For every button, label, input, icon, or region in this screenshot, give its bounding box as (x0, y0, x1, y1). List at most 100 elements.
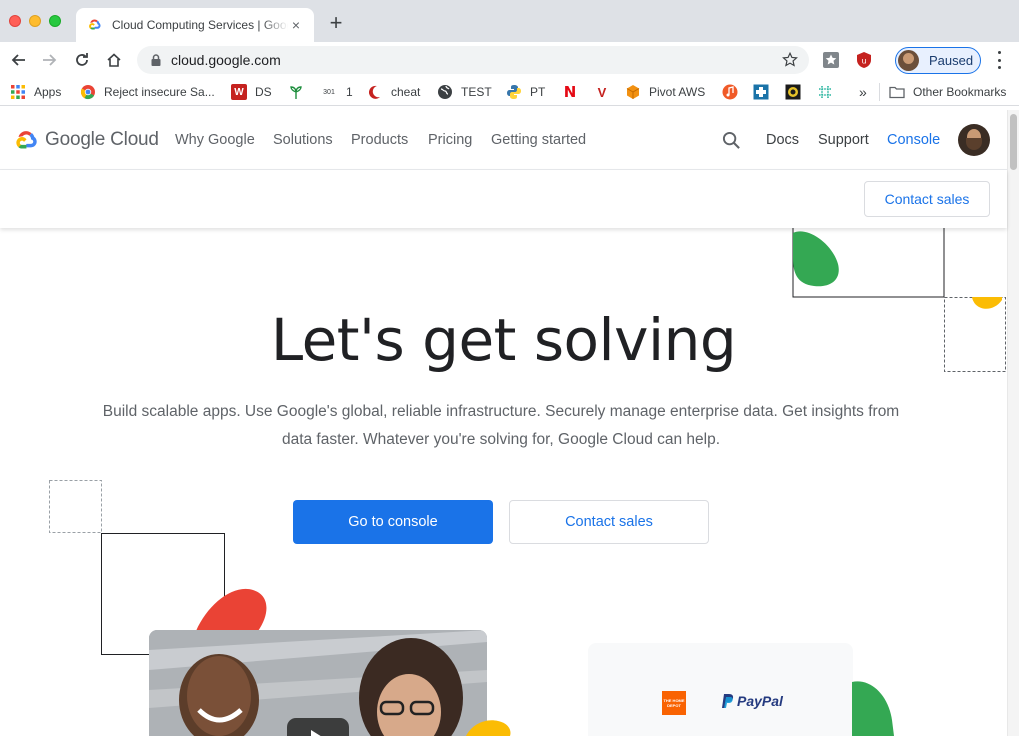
bookmark-medical[interactable] (753, 83, 777, 101)
contact-sales-button[interactable]: Contact sales (509, 500, 709, 544)
google-cloud-favicon-icon (89, 19, 101, 30)
partner-logos-card: THE HOME DEPOT PayPal (588, 643, 853, 736)
back-arrow-icon[interactable] (8, 50, 28, 70)
bookmark-ds[interactable]: W DS (231, 83, 272, 101)
ublock-shield-icon[interactable]: u (855, 51, 873, 69)
v-icon: V (597, 84, 607, 100)
tab-title: Cloud Computing Services | Google Cloud (112, 18, 288, 32)
netflix-icon: N (563, 83, 577, 101)
go-to-console-button[interactable]: Go to console (293, 500, 493, 544)
logo-text: Google Cloud (45, 129, 159, 150)
close-window-button[interactable] (9, 15, 21, 27)
profile-avatar (898, 50, 919, 71)
bookmark-label: Other Bookmarks (913, 85, 1007, 99)
browser-menu-icon[interactable] (994, 51, 1004, 69)
lock-icon (151, 54, 161, 66)
bookmark-music[interactable] (722, 83, 746, 101)
bookmark-apps[interactable]: Apps (10, 83, 61, 101)
bookmark-netflix[interactable]: N (562, 83, 586, 101)
site-header: Google Cloud Why Google Solutions Produc… (0, 110, 1007, 170)
aws-box-icon (626, 85, 640, 99)
bookmark-label: PT (530, 85, 546, 99)
google-cloud-logo-icon (16, 130, 37, 148)
zoom-window-button[interactable] (49, 15, 61, 27)
minimize-window-button[interactable] (29, 15, 41, 27)
home-icon[interactable] (104, 50, 124, 70)
home-depot-logo: THE HOME DEPOT (662, 691, 686, 715)
decorative-green-blob-bottom (852, 681, 894, 736)
page-scrollbar[interactable] (1007, 110, 1019, 736)
profile-button[interactable]: Paused (895, 47, 981, 74)
bookmark-plant[interactable] (288, 83, 312, 101)
chevron-double-right-icon: » (859, 84, 867, 100)
bookmark-star-icon[interactable] (781, 51, 799, 69)
chrome-icon (80, 85, 95, 100)
nav-docs[interactable]: Docs (766, 132, 799, 148)
bookmark-test[interactable]: TEST (437, 83, 492, 101)
bookmarks-overflow-button[interactable]: » (859, 83, 867, 101)
nav-solutions[interactable]: Solutions (273, 132, 333, 148)
bookmark-cheat[interactable]: cheat (367, 83, 420, 101)
nav-support[interactable]: Support (818, 132, 869, 148)
forward-arrow-icon[interactable] (40, 50, 60, 70)
globe-icon (438, 85, 452, 99)
bookmark-v[interactable]: V (594, 83, 618, 101)
browser-tab-active[interactable]: Cloud Computing Services | Google Cloud … (76, 8, 314, 42)
folder-icon (889, 86, 905, 99)
extension-star-icon[interactable] (822, 51, 840, 69)
paypal-p-icon (722, 694, 734, 708)
bookmarks-bar: Apps Reject insecure Sa... W DS 301 1 ch… (0, 78, 1019, 106)
medical-cross-icon (753, 84, 769, 100)
sub-header-bar: Contact sales (0, 170, 1007, 228)
search-icon[interactable] (722, 131, 741, 150)
hero-title: Let's get solving (270, 306, 737, 374)
w-icon: W (231, 84, 247, 100)
nav-pricing[interactable]: Pricing (428, 132, 472, 148)
bookmark-label: Apps (34, 85, 62, 99)
home-depot-logo-text: THE HOME DEPOT (663, 698, 685, 708)
bookmark-emblem[interactable] (785, 83, 809, 101)
bookmark-label: DS (255, 85, 272, 99)
bookmark-301[interactable]: 301 1 (320, 83, 353, 101)
bookmark-label: 1 (346, 85, 353, 99)
scrollbar-thumb[interactable] (1010, 114, 1017, 170)
crescent-icon (368, 85, 380, 99)
bookmark-pivot-aws[interactable]: Pivot AWS (625, 83, 705, 101)
contact-sales-top-button[interactable]: Contact sales (864, 181, 990, 217)
paypal-logo: PayPal (721, 693, 783, 709)
bookmark-label: TEST (461, 85, 492, 99)
bookmark-other-bookmarks[interactable]: Other Bookmarks (879, 83, 1006, 101)
nav-products[interactable]: Products (351, 132, 408, 148)
browser-titlebar: Cloud Computing Services | Google Cloud … (0, 0, 1019, 42)
bookmark-slack[interactable] (817, 83, 841, 101)
apps-grid-icon (11, 85, 25, 99)
new-tab-button[interactable]: + (326, 12, 346, 34)
plant-icon (290, 86, 302, 99)
address-bar[interactable]: cloud.google.com (137, 46, 809, 74)
python-icon (507, 85, 521, 99)
music-note-icon (722, 84, 738, 100)
hash-grid-icon (819, 86, 831, 98)
paypal-text: PayPal (737, 693, 783, 709)
hero-subtitle: Build scalable apps. Use Google's global… (102, 403, 900, 448)
bookmark-reject-insecure[interactable]: Reject insecure Sa... (80, 83, 215, 101)
user-avatar[interactable] (958, 124, 990, 156)
google-cloud-logo[interactable]: Google Cloud (13, 129, 159, 151)
svg-text:u: u (861, 57, 866, 66)
decorative-yellow-blob (466, 720, 511, 736)
nav-why-google[interactable]: Why Google (175, 132, 255, 148)
hero-video-thumbnail[interactable] (149, 630, 487, 736)
reload-icon[interactable] (72, 50, 92, 70)
url-text: cloud.google.com (171, 52, 281, 68)
video-people-image (149, 630, 487, 736)
bookmark-label: cheat (391, 85, 421, 99)
browser-toolbar: cloud.google.com u Paused (0, 42, 1019, 78)
nav-getting-started[interactable]: Getting started (491, 132, 586, 148)
bookmark-pt[interactable]: PT (506, 83, 545, 101)
301-icon: 301 (323, 88, 335, 96)
nav-console[interactable]: Console (887, 132, 940, 148)
emblem-icon (785, 84, 801, 100)
profile-status: Paused (929, 53, 974, 68)
bookmark-label: Pivot AWS (649, 85, 706, 99)
tab-close-icon[interactable]: × (288, 17, 304, 33)
